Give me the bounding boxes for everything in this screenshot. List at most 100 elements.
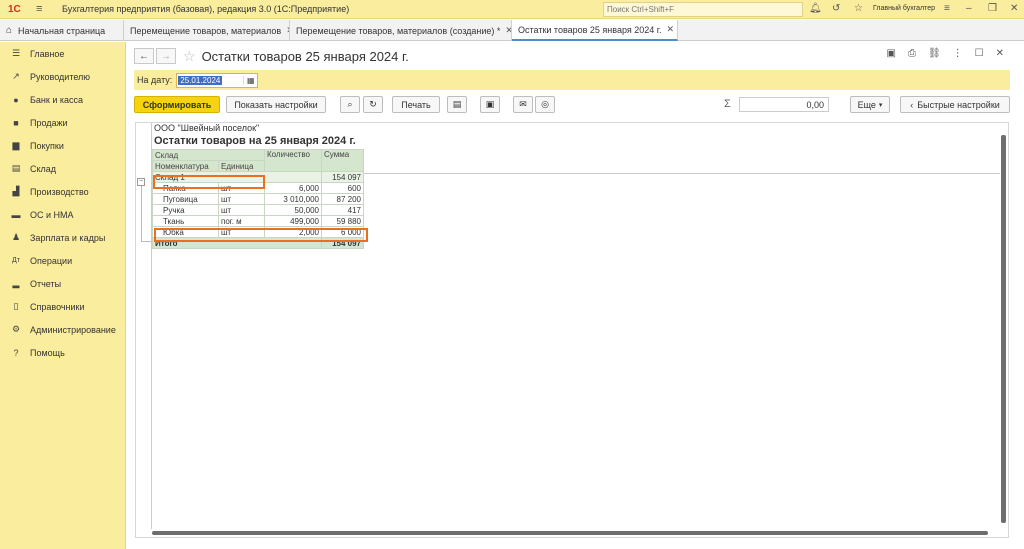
vertical-scroll-thumb[interactable]	[1001, 135, 1006, 523]
bell-icon[interactable]: 🔔︎	[809, 3, 822, 14]
tab-stock-report[interactable]: Остатки товаров 25 января 2024 г. ✕	[512, 20, 678, 41]
sidebar-item-warehouse[interactable]: ▤ Склад	[0, 157, 125, 180]
sidebar-item-production[interactable]: ▟ Производство	[0, 180, 125, 203]
item-quantity[interactable]: 6,000	[264, 182, 322, 194]
calendar-icon[interactable]: ▦	[243, 75, 257, 85]
item-quantity[interactable]: 50,000	[264, 204, 322, 216]
sidebar-item-label: Банк и касса	[30, 94, 83, 105]
item-sum[interactable]: 87 200	[321, 193, 364, 205]
sidebar-item-operations[interactable]: Дт Операции	[0, 249, 125, 272]
cart-icon: ▆	[12, 140, 20, 150]
link-icon[interactable]: ⛓	[928, 48, 941, 59]
more-label: Еще	[857, 99, 876, 110]
search-settings-button[interactable]: ↻	[363, 96, 383, 113]
item-quantity[interactable]: 499,000	[264, 215, 322, 227]
search-button[interactable]: ⌕	[340, 96, 360, 113]
warehouse-icon: ▤	[11, 163, 21, 173]
tree-line	[141, 241, 151, 242]
person-icon: ♟	[11, 232, 21, 242]
close-form-icon[interactable]: ✕	[996, 48, 1004, 59]
close-tab-icon[interactable]: ✕	[666, 24, 674, 35]
show-settings-button[interactable]: Показать настройки	[226, 96, 326, 113]
floppy-icon: ▣	[485, 99, 495, 109]
back-button[interactable]: ←	[134, 48, 154, 64]
sidebar-item-purchases[interactable]: ▆ Покупки	[0, 134, 125, 157]
item-unit[interactable]: пог. м	[218, 215, 265, 227]
collapse-group-icon[interactable]: −	[137, 178, 145, 186]
title-bar: 1С ≡ Бухгалтерия предприятия (базовая), …	[0, 0, 1024, 19]
forward-button[interactable]: →	[156, 48, 176, 64]
item-sum[interactable]: 600	[321, 182, 364, 194]
favorites-star-icon[interactable]: ☆	[854, 3, 863, 14]
global-search-input[interactable]	[607, 5, 787, 14]
restore-icon[interactable]: ❐	[988, 3, 997, 14]
generate-button[interactable]: Сформировать	[134, 96, 220, 113]
sidebar-item-reports[interactable]: ▂ Отчеты	[0, 272, 125, 295]
report-area[interactable]: − ООО "Швейный поселок" Остатки товаров …	[135, 122, 1009, 538]
save-icon[interactable]: ▣	[886, 48, 895, 59]
horizontal-scrollbar[interactable]	[150, 529, 1002, 537]
app-logo: 1С	[8, 3, 21, 15]
item-name[interactable]: Ручка	[152, 204, 219, 216]
item-unit[interactable]: шт	[218, 204, 265, 216]
sidebar-item-manager[interactable]: ↗ Руководителю	[0, 65, 125, 88]
tab-transfer[interactable]: Перемещение товаров, материалов ✕	[124, 20, 290, 41]
close-window-icon[interactable]: ✕	[1010, 3, 1018, 14]
maximize-icon[interactable]: ☐	[975, 48, 984, 59]
more-button[interactable]: Еще ▾	[850, 96, 890, 113]
menu-icon: ☰	[11, 48, 21, 58]
sidebar-item-label: Отчеты	[30, 278, 62, 289]
item-unit[interactable]: шт	[218, 193, 265, 205]
tab-transfer-label: Перемещение товаров, материалов	[130, 25, 282, 36]
item-name[interactable]: Ткань	[152, 215, 219, 227]
sidebar-item-sales[interactable]: ■ Продажи	[0, 111, 125, 134]
sidebar-item-catalogs[interactable]: ▯ Справочники	[0, 295, 125, 318]
form-header: ← → ☆ Остатки товаров 25 января 2024 г.	[134, 46, 409, 66]
close-tab-icon[interactable]: ✕	[505, 25, 511, 36]
report-title: Остатки товаров на 25 января 2024 г.	[154, 135, 356, 147]
sidebar-item-label: Справочники	[30, 301, 85, 312]
date-field[interactable]: 25.01.2024 ▦	[176, 72, 259, 88]
report-toolbar: Сформировать Показать настройки ⌕ ↻ Печа…	[134, 96, 1010, 115]
more-actions-icon[interactable]: ⋮	[953, 48, 963, 59]
arrow-left-icon: ←	[139, 50, 149, 62]
table-row[interactable]: Ткань пог. м 499,000 59 880	[152, 215, 364, 227]
item-sum[interactable]: 59 880	[321, 215, 364, 227]
item-name[interactable]: Пуговица	[152, 193, 219, 205]
print-icon[interactable]: ⎙	[908, 48, 916, 59]
tab-home-label: Начальная страница	[18, 25, 106, 36]
sidebar-item-bank[interactable]: ● Банк и касса	[0, 88, 125, 111]
sidebar-item-label: Помощь	[30, 347, 65, 358]
email-button[interactable]: ✉	[513, 96, 533, 113]
minimize-icon[interactable]: –	[966, 3, 972, 14]
preview-button[interactable]: ▤	[447, 96, 467, 113]
group-sum[interactable]: 154 097	[321, 171, 364, 183]
print-button[interactable]: Печать	[392, 96, 440, 113]
quick-settings-button[interactable]: ‹ Быстрые настройки	[900, 96, 1010, 113]
options-button[interactable]: ◎	[535, 96, 555, 113]
date-label: На дату:	[137, 75, 173, 85]
sidebar-item-admin[interactable]: ⚙ Администрирование	[0, 318, 125, 341]
settings-menu-icon[interactable]: ≡	[944, 3, 950, 14]
table-row[interactable]: Ручка шт 50,000 417	[152, 204, 364, 216]
truck-icon: ▬	[11, 209, 21, 220]
tab-transfer-create[interactable]: Перемещение товаров, материалов (создани…	[290, 20, 512, 41]
sidebar-item-salary[interactable]: ♟ Зарплата и кадры	[0, 226, 125, 249]
add-to-favorites-icon[interactable]: ☆	[183, 48, 196, 65]
global-search-box[interactable]	[603, 2, 803, 17]
vertical-scrollbar[interactable]	[1000, 123, 1008, 537]
item-sum[interactable]: 417	[321, 204, 364, 216]
sidebar-item-main[interactable]: ☰ Главное	[0, 42, 125, 65]
history-icon[interactable]: ↺	[832, 3, 840, 14]
table-row[interactable]: Пуговица шт 3 010,000 87 200	[152, 193, 364, 205]
current-user[interactable]: Главный бухгалтер	[873, 5, 935, 12]
sidebar-item-assets[interactable]: ▬ ОС и НМА	[0, 203, 125, 226]
date-value[interactable]: 25.01.2024	[178, 75, 223, 85]
tab-home[interactable]: ⌂ Начальная страница	[0, 20, 124, 41]
item-quantity[interactable]: 3 010,000	[264, 193, 322, 205]
main-menu-icon[interactable]: ≡	[36, 3, 48, 15]
bag-icon: ■	[13, 117, 19, 128]
save-report-button[interactable]: ▣	[480, 96, 500, 113]
horizontal-scroll-thumb[interactable]	[152, 531, 988, 535]
sidebar-item-help[interactable]: ? Помощь	[0, 341, 125, 364]
